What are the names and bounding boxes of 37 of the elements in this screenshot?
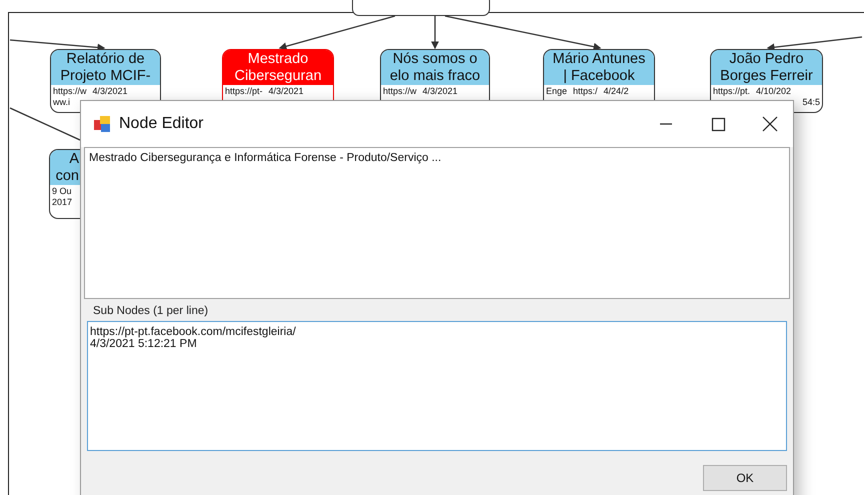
node-detail: 54:5	[802, 97, 820, 107]
node-title: Mestrado	[248, 51, 308, 68]
node-detail: ww.i	[53, 97, 70, 107]
node-text-field[interactable]: Mestrado Cibersegurança e Informática Forense - Produto/Serviço ...	[84, 147, 790, 299]
app-icon	[93, 115, 111, 133]
ok-button[interactable]: OK	[703, 465, 787, 491]
window-title: Node Editor	[119, 115, 204, 133]
connector-line	[431, 16, 439, 50]
node-title: elo mais fraco	[390, 68, 480, 85]
node-detail: Enge	[546, 86, 568, 96]
node-title: Projeto MCIF-	[60, 68, 151, 85]
node-title: | Facebook	[563, 68, 635, 85]
node-title: con	[56, 168, 79, 185]
node-title: João Pedro	[729, 51, 804, 68]
tree-node[interactable]	[352, 0, 490, 16]
node-detail: 2017	[52, 197, 72, 207]
node-detail: 9 Ou	[52, 186, 72, 196]
node-title: Mário Antunes	[552, 51, 646, 68]
node-title: Nós somos o	[392, 51, 478, 68]
node-detail: https://pt-	[225, 86, 263, 96]
node-detail: 4/3/2021	[422, 86, 458, 96]
node-title: Borges Ferreir	[720, 68, 813, 85]
node-detail: https:/	[573, 86, 598, 96]
node-title: A	[69, 151, 79, 168]
group-label: Sub Nodes (1 per line)	[92, 305, 210, 319]
node-title: Ciberseguran	[234, 68, 322, 85]
sub-nodes-field[interactable]: https://pt-pt.facebook.com/mcifestgleiria/ 4/3/2021 5:12:21 PM	[87, 321, 787, 451]
node-title: Relatório de	[66, 51, 145, 68]
node-detail: 4/3/2021	[268, 86, 304, 96]
node-detail: 4/24/2	[604, 86, 629, 96]
node-detail: https://pt.	[713, 86, 750, 96]
node-detail: https://w	[383, 86, 417, 96]
tree-node[interactable]: A con 9 Ou 2017	[49, 149, 81, 219]
node-detail: 4/10/202	[756, 86, 792, 96]
node-detail: 4/3/2021	[92, 86, 128, 96]
node-detail: https://w	[53, 86, 87, 96]
connector-line	[10, 107, 80, 141]
